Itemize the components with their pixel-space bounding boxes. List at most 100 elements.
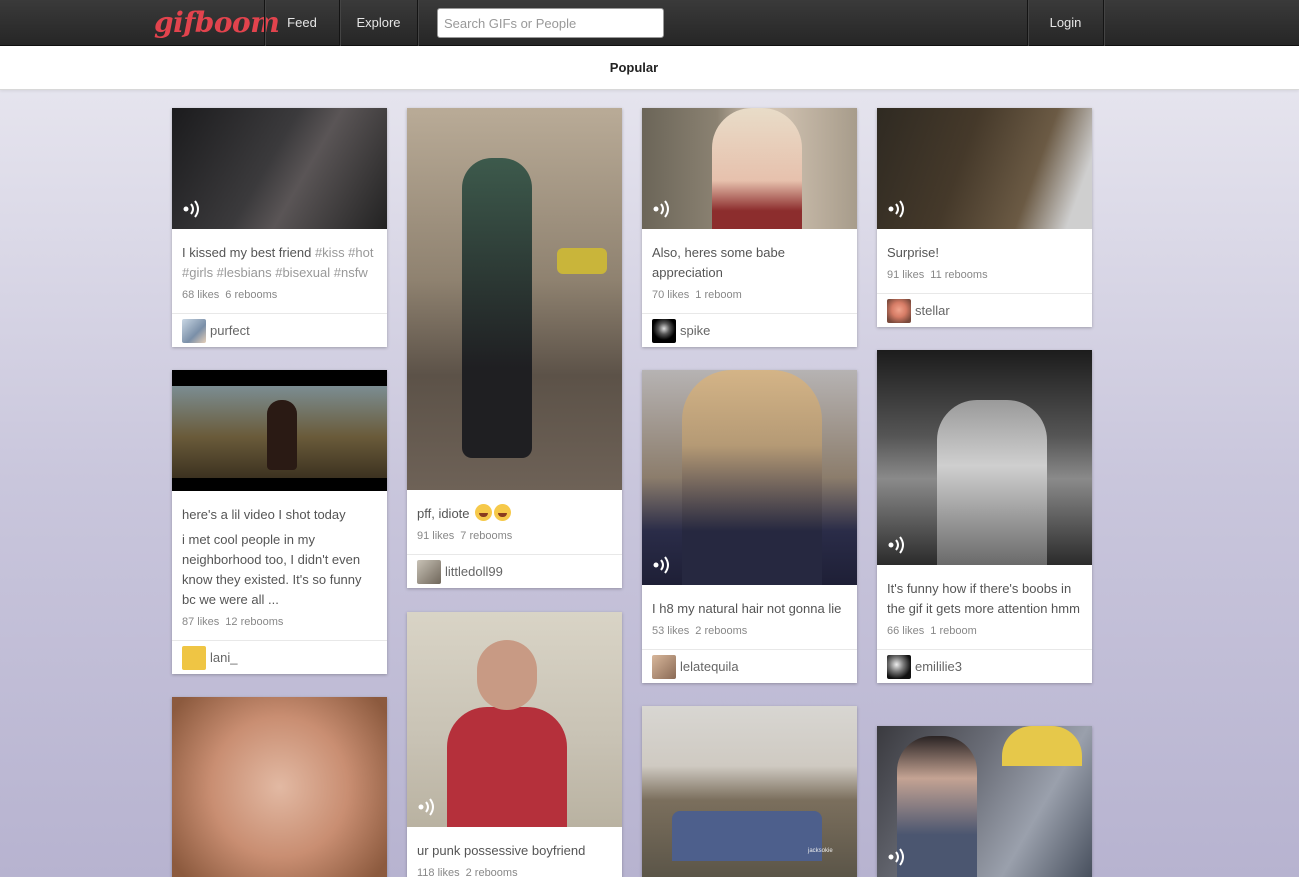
gif-thumbnail[interactable] (172, 697, 387, 877)
gif-thumbnail[interactable] (407, 108, 622, 490)
gif-thumbnail[interactable] (172, 370, 387, 491)
author-username[interactable]: lelatequila (680, 659, 739, 674)
avatar[interactable] (182, 318, 206, 343)
post-author[interactable]: purfect (172, 313, 387, 347)
gifboom-logo[interactable]: gifboom (154, 6, 280, 40)
author-username[interactable]: stellar (915, 303, 950, 318)
rebooms-count: 1 reboom (930, 625, 977, 637)
search-input[interactable] (437, 8, 664, 38)
avatar[interactable] (887, 654, 911, 679)
gif-thumbnail[interactable] (642, 370, 857, 585)
avatar[interactable] (182, 645, 206, 670)
sound-icon[interactable] (887, 847, 909, 867)
post-stats: 70 likes 1 reboom (642, 283, 857, 313)
gif-thumbnail[interactable] (642, 108, 857, 229)
rebooms-count: 2 rebooms (695, 625, 748, 637)
post-card[interactable]: here's a lil video I shot today i met co… (172, 370, 387, 674)
group-silhouette (672, 811, 822, 861)
background-object (557, 248, 607, 274)
nav-feed-link[interactable]: Feed (265, 0, 339, 46)
post-caption: Surprise! (877, 229, 1092, 263)
caption-text: pff, idiote (417, 506, 470, 521)
gif-thumbnail[interactable]: jacksokie (642, 706, 857, 877)
post-author[interactable]: stellar (877, 293, 1092, 327)
top-navbar: gifboom Feed Explore Login (0, 0, 1299, 46)
sound-icon[interactable] (417, 797, 439, 817)
caption-text: Also, heres some babe appreciation (652, 245, 785, 280)
post-card[interactable]: jacksokie (642, 706, 857, 877)
rebooms-count: 6 rebooms (225, 289, 278, 301)
gif-thumbnail[interactable] (407, 612, 622, 827)
post-card[interactable]: Surprise! 91 likes 11 rebooms stellar (877, 108, 1092, 327)
author-username[interactable]: littledoll99 (445, 564, 503, 579)
rebooms-count: 1 reboom (695, 289, 742, 301)
post-card[interactable]: Also, heres some babe appreciation 70 li… (642, 108, 857, 347)
gif-thumbnail[interactable] (172, 108, 387, 229)
gif-thumbnail[interactable] (877, 350, 1092, 565)
post-card[interactable]: ur punk possessive boyfriend 118 likes 2 … (407, 612, 622, 877)
gif-thumbnail[interactable] (877, 726, 1092, 877)
post-caption: ur punk possessive boyfriend (407, 827, 622, 861)
likes-count: 68 likes (182, 289, 220, 301)
author-username[interactable]: purfect (210, 323, 250, 338)
post-author[interactable]: lelatequila (642, 649, 857, 683)
post-card[interactable]: pff, idiote 91 likes 7 rebooms littledoll… (407, 108, 622, 588)
laughing-emoji-icon (475, 504, 493, 521)
caption-text: ur punk possessive boyfriend (417, 843, 586, 858)
gif-thumbnail[interactable] (877, 108, 1092, 229)
nav-explore-link[interactable]: Explore (340, 0, 417, 46)
person-silhouette (897, 736, 977, 877)
post-card[interactable]: I kissed my best friend #kiss #hot #girl… (172, 108, 387, 347)
post-caption: pff, idiote (407, 490, 622, 524)
sound-icon[interactable] (887, 535, 909, 555)
sub-navbar: Popular (0, 46, 1299, 90)
post-stats: 87 likes 12 rebooms (172, 610, 387, 640)
post-caption: here's a lil video I shot today i met co… (172, 491, 387, 610)
person-head (477, 640, 537, 710)
likes-count: 53 likes (652, 625, 690, 637)
avatar[interactable] (417, 559, 441, 584)
person-silhouette (712, 108, 802, 229)
watermark-text: jacksokie (808, 848, 833, 854)
likes-count: 118 likes (417, 867, 460, 877)
tab-popular[interactable]: Popular (0, 46, 1268, 90)
post-author[interactable]: spike (642, 313, 857, 347)
person-silhouette (267, 400, 297, 470)
post-stats: 68 likes 6 rebooms (172, 283, 387, 313)
post-author[interactable]: emililie3 (877, 649, 1092, 683)
sound-icon[interactable] (652, 199, 674, 219)
author-username[interactable]: lani_ (210, 650, 237, 665)
laughing-emoji-icon (494, 504, 512, 521)
sound-icon[interactable] (182, 199, 204, 219)
post-author[interactable]: littledoll99 (407, 554, 622, 588)
person-silhouette (682, 370, 822, 585)
post-caption: It's funny how if there's boobs in the g… (877, 565, 1092, 619)
login-link[interactable]: Login (1028, 0, 1103, 46)
likes-count: 91 likes (887, 269, 925, 281)
rebooms-count: 11 rebooms (930, 269, 988, 281)
avatar[interactable] (887, 298, 911, 323)
post-author[interactable]: lani_ (172, 640, 387, 674)
hat-shape (1002, 726, 1082, 766)
sound-icon[interactable] (887, 199, 909, 219)
sound-icon[interactable] (652, 555, 674, 575)
post-caption: I kissed my best friend #kiss #hot #girl… (172, 229, 387, 283)
post-card[interactable]: It's funny how if there's boobs in the g… (877, 350, 1092, 683)
rebooms-count: 7 rebooms (460, 530, 513, 542)
post-card[interactable] (877, 726, 1092, 877)
author-username[interactable]: spike (680, 323, 710, 338)
post-stats: 53 likes 2 rebooms (642, 619, 857, 649)
nav-divider (417, 0, 418, 46)
nav-divider (1103, 0, 1104, 46)
avatar[interactable] (652, 654, 676, 679)
person-silhouette (447, 707, 567, 827)
post-card[interactable] (172, 697, 387, 877)
rebooms-count: 12 rebooms (225, 616, 284, 628)
post-stats: 91 likes 11 rebooms (877, 263, 1092, 293)
avatar[interactable] (652, 318, 676, 343)
post-card[interactable]: I h8 my natural hair not gonna lie 53 li… (642, 370, 857, 683)
caption-text: I kissed my best friend (182, 245, 315, 260)
post-caption: Also, heres some babe appreciation (642, 229, 857, 283)
post-stats: 66 likes 1 reboom (877, 619, 1092, 649)
author-username[interactable]: emililie3 (915, 659, 962, 674)
